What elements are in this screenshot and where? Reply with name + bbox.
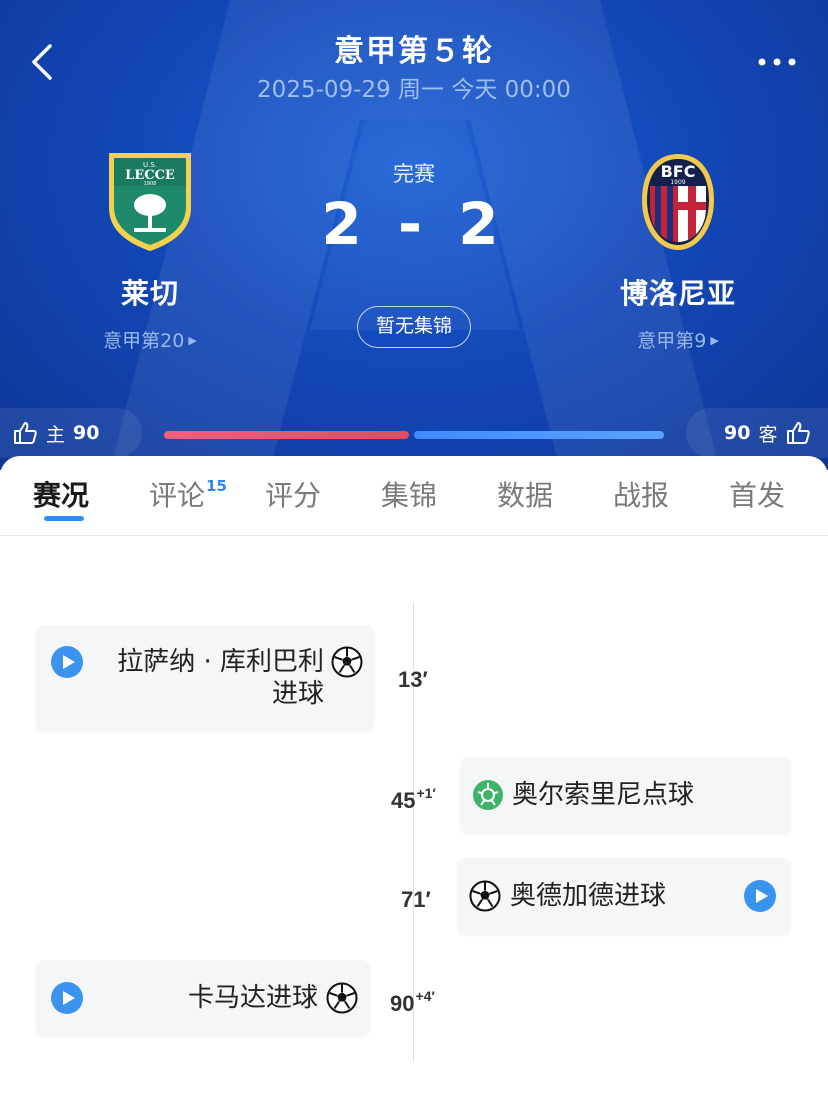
more-button[interactable]: [752, 48, 802, 76]
event-text: 奥尔索里尼点球: [512, 780, 695, 810]
bologna-logo: BFC 1909: [642, 154, 714, 250]
event-minute-text: 45: [391, 788, 416, 813]
match-datetime: 2025-09-29 周一 今天 00:00: [257, 77, 571, 103]
event-text: 卡马达进球: [187, 983, 318, 1013]
soccer-ball-icon: [331, 646, 363, 678]
tab-stats-label: 数据: [497, 479, 554, 512]
event-minute: 45+1′: [391, 785, 436, 814]
away-vote-label: 客: [758, 423, 778, 446]
highlights-button[interactable]: 暂无集锦: [357, 306, 471, 348]
play-video-icon[interactable]: [51, 646, 83, 678]
event-minute-text: 13′: [398, 667, 428, 692]
event-minute: 13′: [398, 667, 428, 693]
away-rank-text: 意甲第9: [637, 330, 707, 352]
page-title: 意甲第５轮: [334, 34, 494, 69]
svg-text:1909: 1909: [670, 179, 685, 186]
penalty-icon: [473, 780, 503, 810]
tab-comments-label: 评论: [149, 479, 206, 512]
thumbs-up-icon: [787, 422, 811, 444]
caret-right-icon: ▶: [188, 334, 197, 347]
tab-lineups-label: 首发: [729, 479, 786, 512]
tab-lineups[interactable]: 首发: [729, 474, 785, 514]
more-dots-icon: [758, 58, 796, 66]
tab-bar: 赛况 评论15 评分 集锦 数据 战报 首发: [0, 456, 828, 536]
tab-ratings-label: 评分: [265, 479, 322, 512]
soccer-ball-icon: [326, 982, 358, 1014]
tab-ratings[interactable]: 评分: [265, 474, 321, 514]
soccer-ball-icon: [469, 880, 501, 912]
home-vote-button[interactable]: 主 90: [0, 408, 142, 458]
tab-report[interactable]: 战报: [613, 474, 669, 514]
home-vote-bar: [164, 431, 409, 439]
tab-live[interactable]: 赛况: [33, 474, 89, 514]
play-video-icon[interactable]: [51, 982, 83, 1014]
active-tab-indicator: [44, 516, 84, 521]
event-text: 拉萨纳 · 库利巴利 进球: [96, 646, 324, 710]
event-minute: 90+4′: [390, 988, 435, 1017]
tab-stats[interactable]: 数据: [497, 474, 553, 514]
home-vote-label: 主: [46, 423, 66, 446]
away-team-rank[interactable]: 意甲第9 ▶: [568, 326, 788, 353]
caret-right-icon: ▶: [710, 334, 719, 347]
play-video-icon[interactable]: [744, 880, 776, 912]
event-minute-text: 90: [390, 991, 415, 1016]
event-minute-extra: +4′: [415, 988, 435, 1004]
event-text: 奥德加德进球: [510, 881, 667, 911]
tab-live-label: 赛况: [33, 479, 90, 512]
home-vote-count: 90: [73, 422, 100, 444]
comment-count-badge: 15: [206, 477, 227, 495]
away-vote-count: 90: [724, 422, 751, 444]
tab-highlights-label: 集锦: [381, 479, 438, 512]
thumbs-up-icon: [14, 422, 37, 444]
away-team-name: 博洛尼亚: [619, 277, 736, 310]
event-action: 进球: [271, 679, 324, 709]
tab-report-label: 战报: [613, 479, 670, 512]
home-team-name: 莱切: [120, 277, 179, 310]
match-header: 意甲第５轮 2025-09-29 周一 今天 00:00 U.S. LECCE …: [0, 0, 828, 470]
event-minute: 71′: [401, 887, 431, 913]
away-team[interactable]: BFC 1909 博洛尼亚 意甲第9 ▶: [568, 150, 788, 353]
event-minute-text: 71′: [401, 887, 431, 912]
event-player: 拉萨纳 · 库利巴利: [117, 647, 324, 677]
away-vote-button[interactable]: 90 客: [686, 408, 828, 458]
tab-highlights[interactable]: 集锦: [381, 474, 437, 514]
tab-comments[interactable]: 评论15: [149, 474, 227, 514]
away-vote-bar: [414, 431, 664, 439]
event-minute-extra: +1′: [416, 785, 436, 801]
home-rank-text: 意甲第20: [103, 330, 185, 352]
home-team-rank[interactable]: 意甲第20 ▶: [40, 326, 260, 353]
